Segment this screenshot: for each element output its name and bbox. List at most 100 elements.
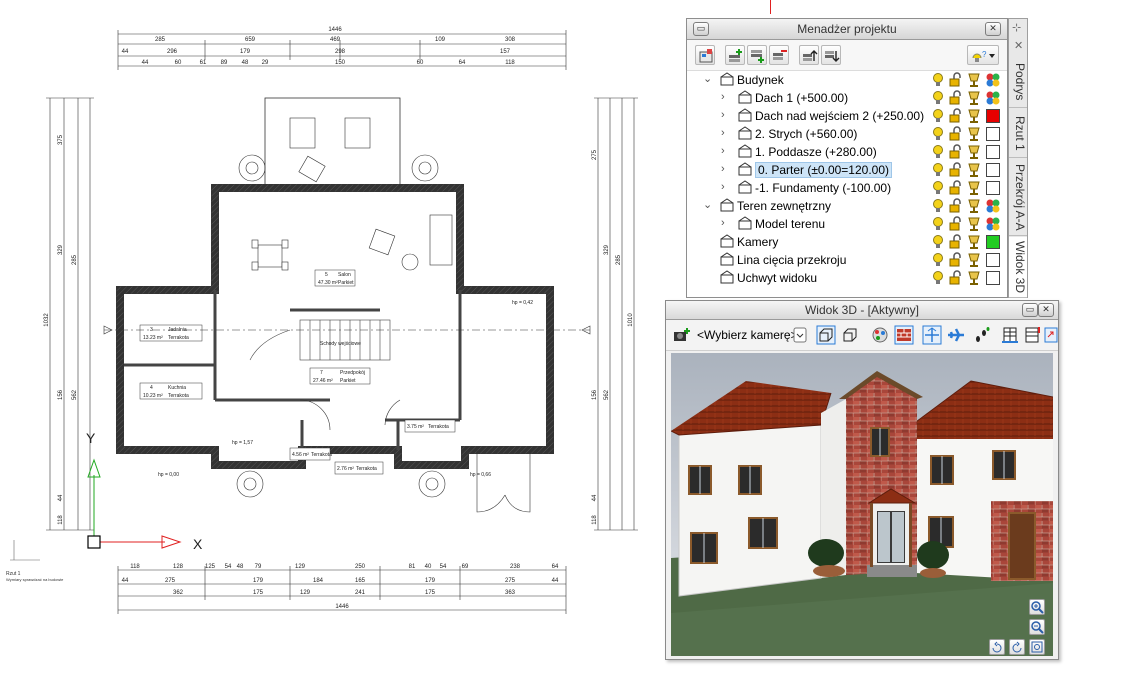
walk-mode-button[interactable] bbox=[972, 325, 992, 345]
orbit-button[interactable] bbox=[922, 325, 942, 345]
export-button[interactable] bbox=[1044, 325, 1058, 345]
render-settings-button[interactable] bbox=[870, 325, 890, 345]
view-perspective-button[interactable] bbox=[816, 325, 836, 345]
tree-item-label[interactable]: Lina cięcia przekroju bbox=[737, 253, 846, 267]
visibility-bulb-icon[interactable] bbox=[931, 252, 945, 268]
tree-item-label[interactable]: 1. Poddasze (+280.00) bbox=[755, 145, 877, 159]
color-swatch[interactable] bbox=[986, 162, 1000, 178]
side-close-icon[interactable]: ✕ bbox=[1014, 39, 1023, 52]
color-swatch[interactable] bbox=[986, 216, 1000, 232]
visibility-bulb-icon[interactable] bbox=[931, 72, 945, 88]
visibility-bulb-icon[interactable] bbox=[931, 180, 945, 196]
color-swatch[interactable] bbox=[986, 234, 1000, 250]
zoom-out-button[interactable] bbox=[1029, 619, 1045, 635]
add-level-above-button[interactable] bbox=[725, 45, 745, 65]
rotate-right-button[interactable] bbox=[1009, 639, 1025, 655]
lock-icon[interactable] bbox=[949, 144, 963, 160]
lock-icon[interactable] bbox=[949, 72, 963, 88]
tree-item-label[interactable]: 2. Strych (+560.00) bbox=[755, 127, 857, 141]
lock-icon[interactable] bbox=[949, 198, 963, 214]
levels-button[interactable] bbox=[1022, 325, 1042, 345]
visibility-bulb-icon[interactable] bbox=[931, 90, 945, 106]
color-swatch[interactable] bbox=[986, 90, 1000, 106]
tree-item[interactable]: › 1. Poddasze (+280.00) bbox=[687, 143, 1007, 161]
tab-przekroj[interactable]: Przekrój A-A bbox=[1009, 159, 1027, 236]
chevron-right-icon[interactable]: › bbox=[721, 181, 731, 193]
tree-item[interactable]: › 2. Strych (+560.00) bbox=[687, 125, 1007, 143]
chevron-right-icon[interactable]: › bbox=[721, 217, 731, 229]
zoom-in-button[interactable] bbox=[1029, 599, 1045, 615]
zoom-extents-button[interactable] bbox=[1029, 639, 1045, 655]
view3d-scene[interactable] bbox=[671, 353, 1053, 656]
printability-icon[interactable] bbox=[967, 162, 981, 178]
color-swatch[interactable] bbox=[986, 198, 1000, 214]
pin-icon[interactable]: ⊹ bbox=[1012, 21, 1021, 34]
chevron-right-icon[interactable]: › bbox=[721, 163, 731, 175]
floor-plan-button[interactable] bbox=[1000, 325, 1020, 345]
cad-drawing-canvas[interactable]: 1446 285 659 469 109 308 44 296 179 298 … bbox=[0, 0, 660, 686]
color-swatch[interactable] bbox=[986, 252, 1000, 268]
view3d-restore-button[interactable]: ▭ bbox=[1022, 303, 1038, 317]
tree-item-label[interactable]: 0. Parter (±0.00=120.00) bbox=[755, 162, 892, 178]
color-swatch[interactable] bbox=[986, 144, 1000, 160]
add-camera-button[interactable] bbox=[672, 325, 692, 345]
move-level-up-button[interactable] bbox=[799, 45, 819, 65]
chevron-right-icon[interactable]: › bbox=[721, 109, 731, 121]
color-swatch[interactable] bbox=[986, 72, 1000, 88]
visibility-bulb-icon[interactable] bbox=[931, 234, 945, 250]
tree-item[interactable]: › 0. Parter (±0.00=120.00) bbox=[687, 161, 1007, 179]
chevron-down-icon[interactable]: ⌄ bbox=[703, 73, 713, 85]
view3d-close-button[interactable]: ✕ bbox=[1038, 303, 1054, 317]
printability-icon[interactable] bbox=[967, 180, 981, 196]
tree-item[interactable]: › -1. Fundamenty (-100.00) bbox=[687, 179, 1007, 197]
printability-icon[interactable] bbox=[967, 234, 981, 250]
chevron-right-icon[interactable]: › bbox=[721, 145, 731, 157]
color-swatch[interactable] bbox=[986, 108, 1000, 124]
tree-item[interactable]: › Model terenu bbox=[687, 215, 1007, 233]
tree-item-label[interactable]: Budynek bbox=[737, 73, 784, 87]
color-swatch[interactable] bbox=[986, 270, 1000, 286]
visibility-bulb-icon[interactable] bbox=[931, 198, 945, 214]
fly-mode-button[interactable] bbox=[946, 325, 966, 345]
visibility-options-dropdown[interactable]: ? bbox=[967, 45, 999, 65]
printability-icon[interactable] bbox=[967, 198, 981, 214]
tab-widok-3d[interactable]: Widok 3D bbox=[1009, 237, 1027, 298]
camera-select[interactable]: <Wybierz kamerę> bbox=[697, 328, 798, 342]
tree-item-label[interactable]: Dach 1 (+500.00) bbox=[755, 91, 848, 105]
view-axonometric-button[interactable] bbox=[840, 325, 860, 345]
lock-icon[interactable] bbox=[949, 162, 963, 178]
printability-icon[interactable] bbox=[967, 216, 981, 232]
visibility-bulb-icon[interactable] bbox=[931, 108, 945, 124]
visibility-bulb-icon[interactable] bbox=[931, 126, 945, 142]
tree-item-label[interactable]: Dach nad wejściem 2 (+250.00) bbox=[755, 109, 924, 123]
tree-item-label[interactable]: Kamery bbox=[737, 235, 778, 249]
lock-icon[interactable] bbox=[949, 234, 963, 250]
chevron-down-icon[interactable]: ⌄ bbox=[703, 199, 713, 211]
lock-icon[interactable] bbox=[949, 270, 963, 286]
tree-item[interactable]: › Dach nad wejściem 2 (+250.00) bbox=[687, 107, 1007, 125]
lock-icon[interactable] bbox=[949, 90, 963, 106]
tree-item[interactable]: ⌄ Teren zewnętrzny bbox=[687, 197, 1007, 215]
color-swatch[interactable] bbox=[986, 180, 1000, 196]
lock-icon[interactable] bbox=[949, 180, 963, 196]
move-level-down-button[interactable] bbox=[821, 45, 841, 65]
wall-display-button[interactable] bbox=[894, 325, 914, 345]
tab-rzut-1[interactable]: Rzut 1 bbox=[1009, 109, 1027, 158]
tab-podrys[interactable]: Podrys bbox=[1009, 57, 1027, 108]
tree-item-label[interactable]: Teren zewnętrzny bbox=[737, 199, 831, 213]
tree-item[interactable]: Kamery bbox=[687, 233, 1007, 251]
camera-dropdown-button[interactable] bbox=[790, 325, 810, 345]
lock-icon[interactable] bbox=[949, 216, 963, 232]
add-level-below-button[interactable] bbox=[747, 45, 767, 65]
visibility-bulb-icon[interactable] bbox=[931, 162, 945, 178]
project-properties-button[interactable] bbox=[695, 45, 715, 65]
visibility-bulb-icon[interactable] bbox=[931, 270, 945, 286]
lock-icon[interactable] bbox=[949, 126, 963, 142]
chevron-right-icon[interactable]: › bbox=[721, 91, 731, 103]
tree-item[interactable]: Lina cięcia przekroju bbox=[687, 251, 1007, 269]
panel-close-button[interactable]: ✕ bbox=[985, 22, 1001, 36]
printability-icon[interactable] bbox=[967, 270, 981, 286]
printability-icon[interactable] bbox=[967, 90, 981, 106]
lock-icon[interactable] bbox=[949, 108, 963, 124]
visibility-bulb-icon[interactable] bbox=[931, 144, 945, 160]
